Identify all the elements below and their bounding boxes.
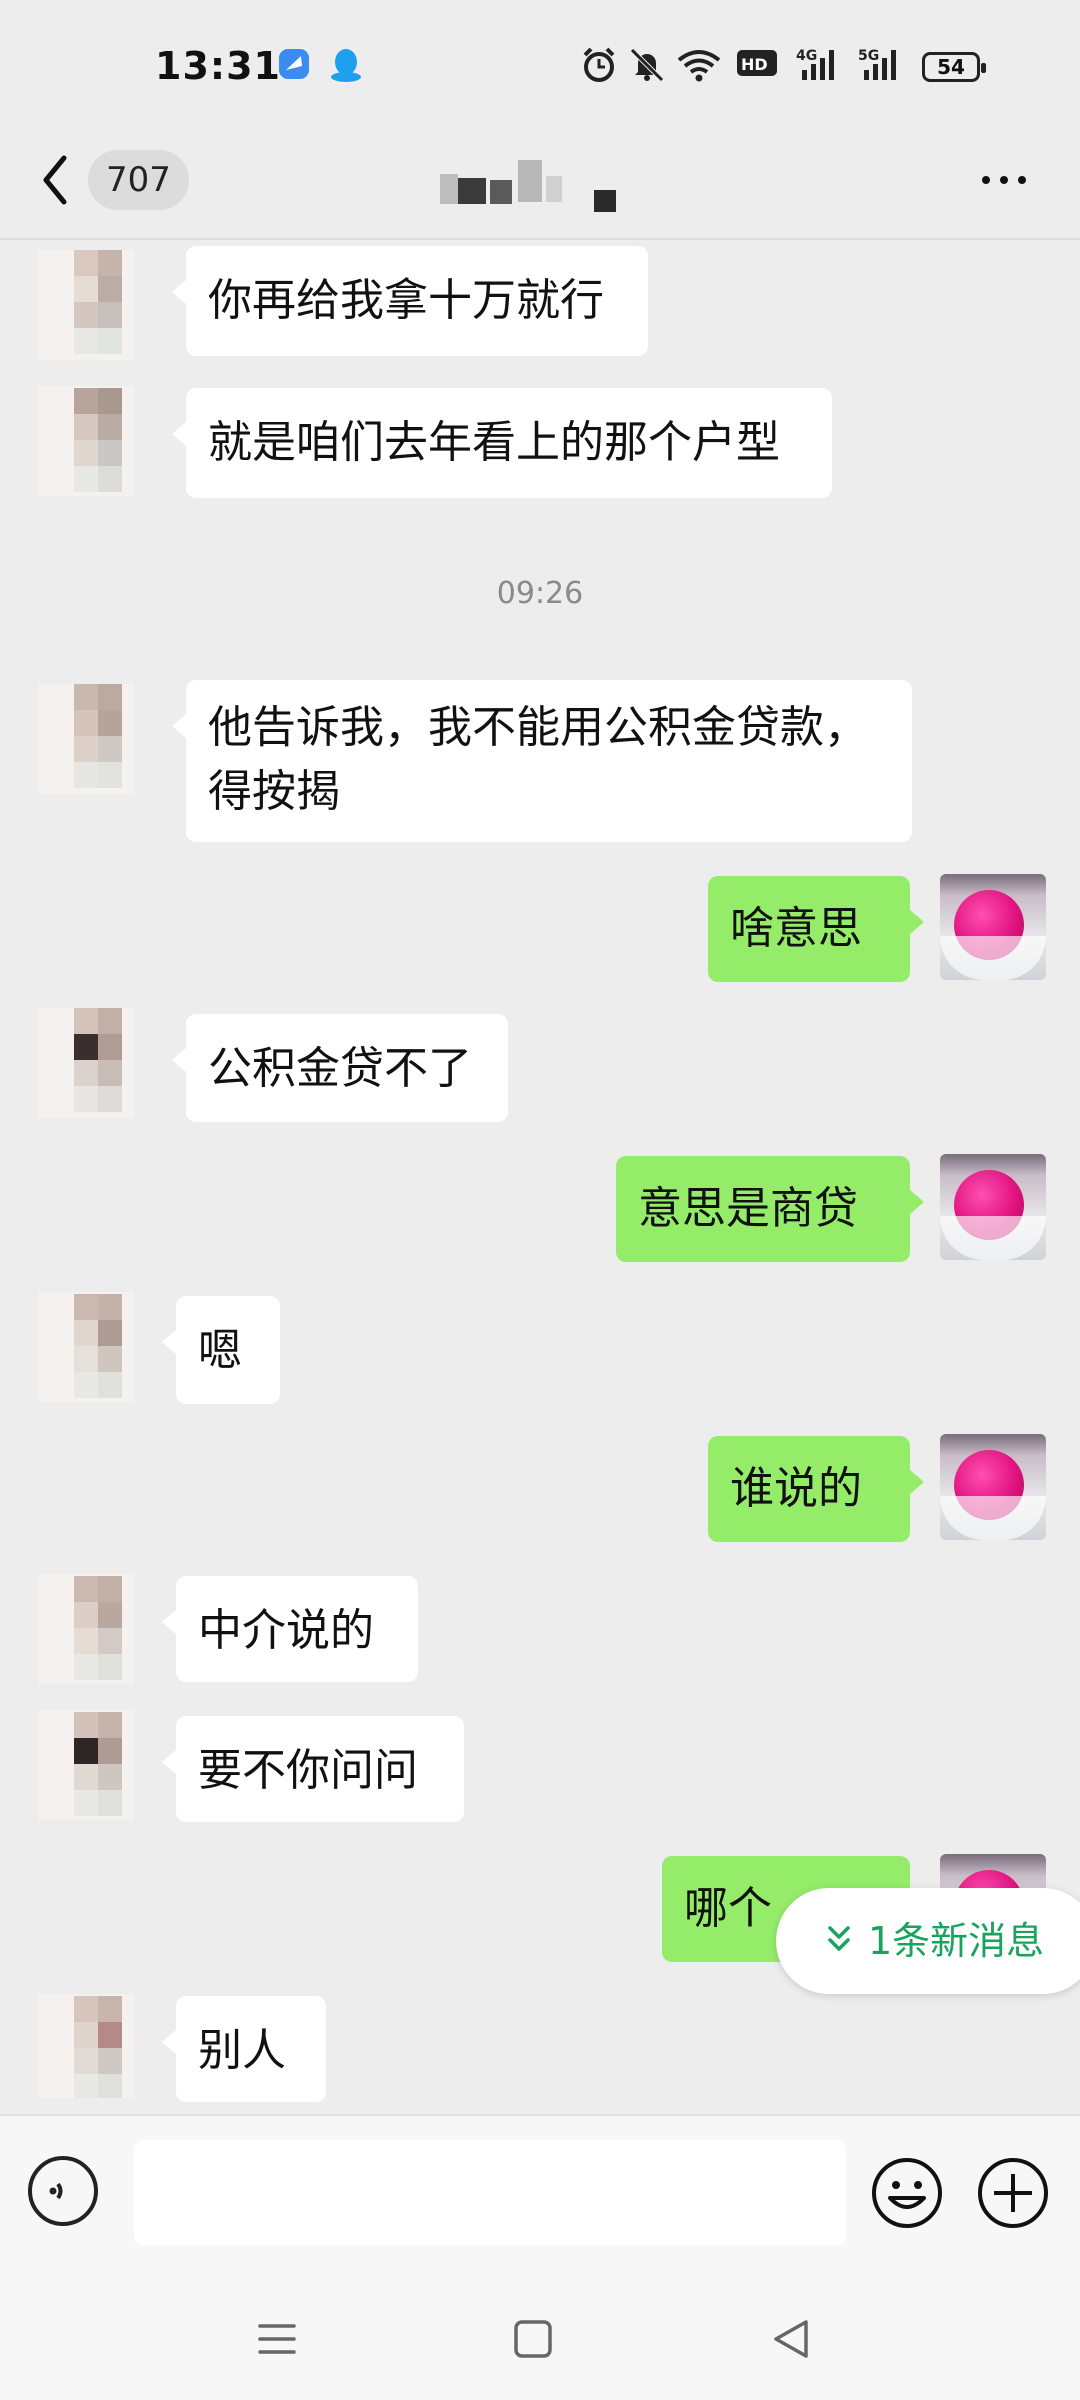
header-divider [0,238,1080,240]
hd-icon: HD [737,50,777,76]
message-bubble-outgoing[interactable]: 意思是商贷 [616,1156,924,1262]
new-message-label: 1条新消息 [868,1919,1045,1963]
my-avatar[interactable] [940,874,1046,980]
message-bubble-incoming[interactable]: 要不你问问 [162,1716,464,1822]
chat-title-redacted [440,146,640,226]
status-time: 13:31 [155,44,281,88]
svg-text:HD: HD [741,55,768,74]
qq-penguin-icon [331,49,361,82]
input-bar [0,2114,1080,2286]
signal-5g-icon: 5G [858,48,896,80]
wifi-icon [677,50,721,82]
contact-avatar[interactable] [38,684,134,794]
message-bubble-incoming[interactable]: 就是咱们去年看上的那个户型 [172,388,832,498]
message-timestamp: 09:26 [496,576,584,611]
contact-avatar[interactable] [38,1710,134,1820]
svg-text:4G: 4G [796,48,817,64]
message-bubble-incoming[interactable]: 嗯 [162,1296,280,1404]
contact-avatar[interactable] [38,386,134,496]
new-message-indicator[interactable]: 1条新消息 [776,1888,1080,1994]
home-square-icon[interactable] [508,2314,558,2364]
status-bar: 13:31 HD 4G 5G 54 [0,0,1080,130]
unread-count-badge[interactable]: 707 [88,150,189,210]
my-avatar[interactable] [940,1434,1046,1540]
alarm-icon [583,47,615,82]
contact-avatar[interactable] [38,250,134,360]
more-dots-icon[interactable] [976,160,1032,200]
my-avatar[interactable] [940,1154,1046,1260]
signal-4g-icon: 4G [796,48,834,80]
double-chevron-down-icon [828,1926,850,1951]
svg-text:5G: 5G [858,48,879,64]
chat-header: 707 [0,130,1080,240]
menu-icon[interactable] [252,2314,302,2364]
emoji-icon[interactable] [870,2156,944,2230]
message-bubble-incoming[interactable]: 你再给我拿十万就行 [172,246,648,356]
mute-icon [630,48,664,82]
plus-icon[interactable] [976,2156,1050,2230]
message-bubble-incoming[interactable]: 公积金贷不了 [172,1014,508,1122]
system-nav-bar [0,2284,1080,2400]
message-bubble-incoming[interactable]: 他告诉我，我不能用公积金贷款，得按揭 [172,680,912,842]
contact-avatar[interactable] [38,1994,134,2098]
contact-avatar[interactable] [38,1008,134,1118]
battery-icon: 54 [922,52,986,82]
voice-icon[interactable] [28,2156,98,2226]
message-bubble-incoming[interactable]: 中介说的 [162,1576,418,1682]
back-triangle-icon[interactable] [766,2314,816,2364]
message-bubble-outgoing[interactable]: 谁说的 [708,1436,924,1542]
message-bubble-incoming[interactable]: 别人 [162,1996,326,2102]
blue-app-icon [279,49,309,79]
message-input[interactable] [134,2140,846,2246]
chevron-left-icon[interactable] [36,150,76,210]
contact-avatar[interactable] [38,1292,134,1402]
message-bubble-outgoing[interactable]: 啥意思 [708,876,924,982]
contact-avatar[interactable] [38,1574,134,1684]
